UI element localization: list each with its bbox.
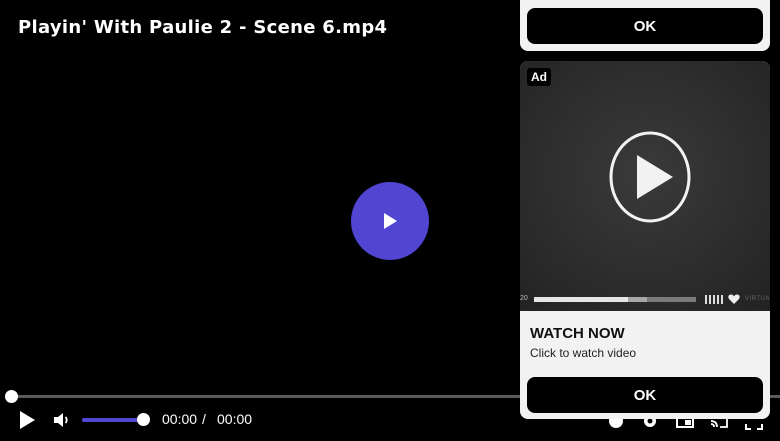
ad-ok-button[interactable]: OK (527, 377, 763, 413)
ad-media-progress-fill (534, 297, 628, 302)
current-time: 00:00 (162, 411, 198, 427)
volume-handle[interactable] (137, 413, 150, 426)
ad-badge: Ad (527, 68, 551, 86)
total-time: 00:00 (217, 411, 253, 427)
play-button[interactable] (17, 409, 37, 431)
video-title: Playin' With Paulie 2 - Scene 6.mp4 (18, 17, 388, 38)
seek-handle[interactable] (5, 390, 18, 403)
volume-slider[interactable] (82, 418, 144, 422)
big-play-button[interactable] (351, 182, 429, 260)
time-separator: / (202, 411, 206, 427)
ad-card[interactable]: Ad 20 VIRTUA WATCH NOW Click to watch vi… (520, 61, 770, 419)
ad-play-icon[interactable] (609, 131, 691, 223)
ad-media-buffered (627, 297, 648, 302)
ad-quality-icon (705, 295, 723, 304)
heart-icon (728, 294, 740, 304)
ad-media-time: 20 (520, 295, 528, 302)
volume-slider-fill (82, 418, 144, 422)
ad-media-brand: VIRTUA (745, 296, 770, 302)
ad-heading: WATCH NOW (530, 325, 625, 342)
volume-icon[interactable] (52, 410, 72, 430)
ad-subtext: Click to watch video (530, 346, 637, 360)
ad-video-thumbnail[interactable]: Ad 20 VIRTUA (520, 61, 770, 311)
ad-top-ok-button[interactable]: OK (527, 8, 763, 44)
play-icon (384, 213, 397, 229)
ad-media-progress (534, 297, 696, 302)
ad-top-card: OK (520, 0, 770, 51)
